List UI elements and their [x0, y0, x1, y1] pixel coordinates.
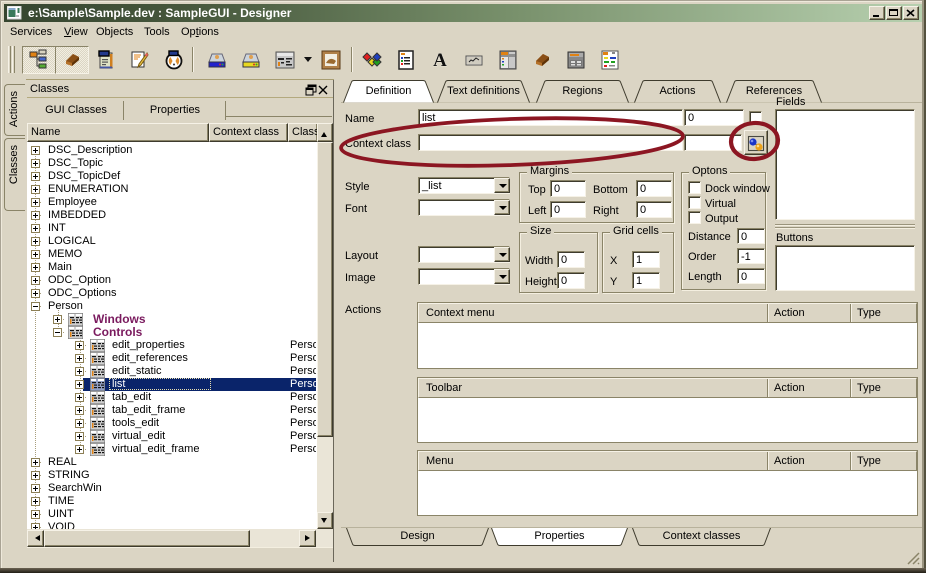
svg-text:A: A	[433, 50, 447, 71]
